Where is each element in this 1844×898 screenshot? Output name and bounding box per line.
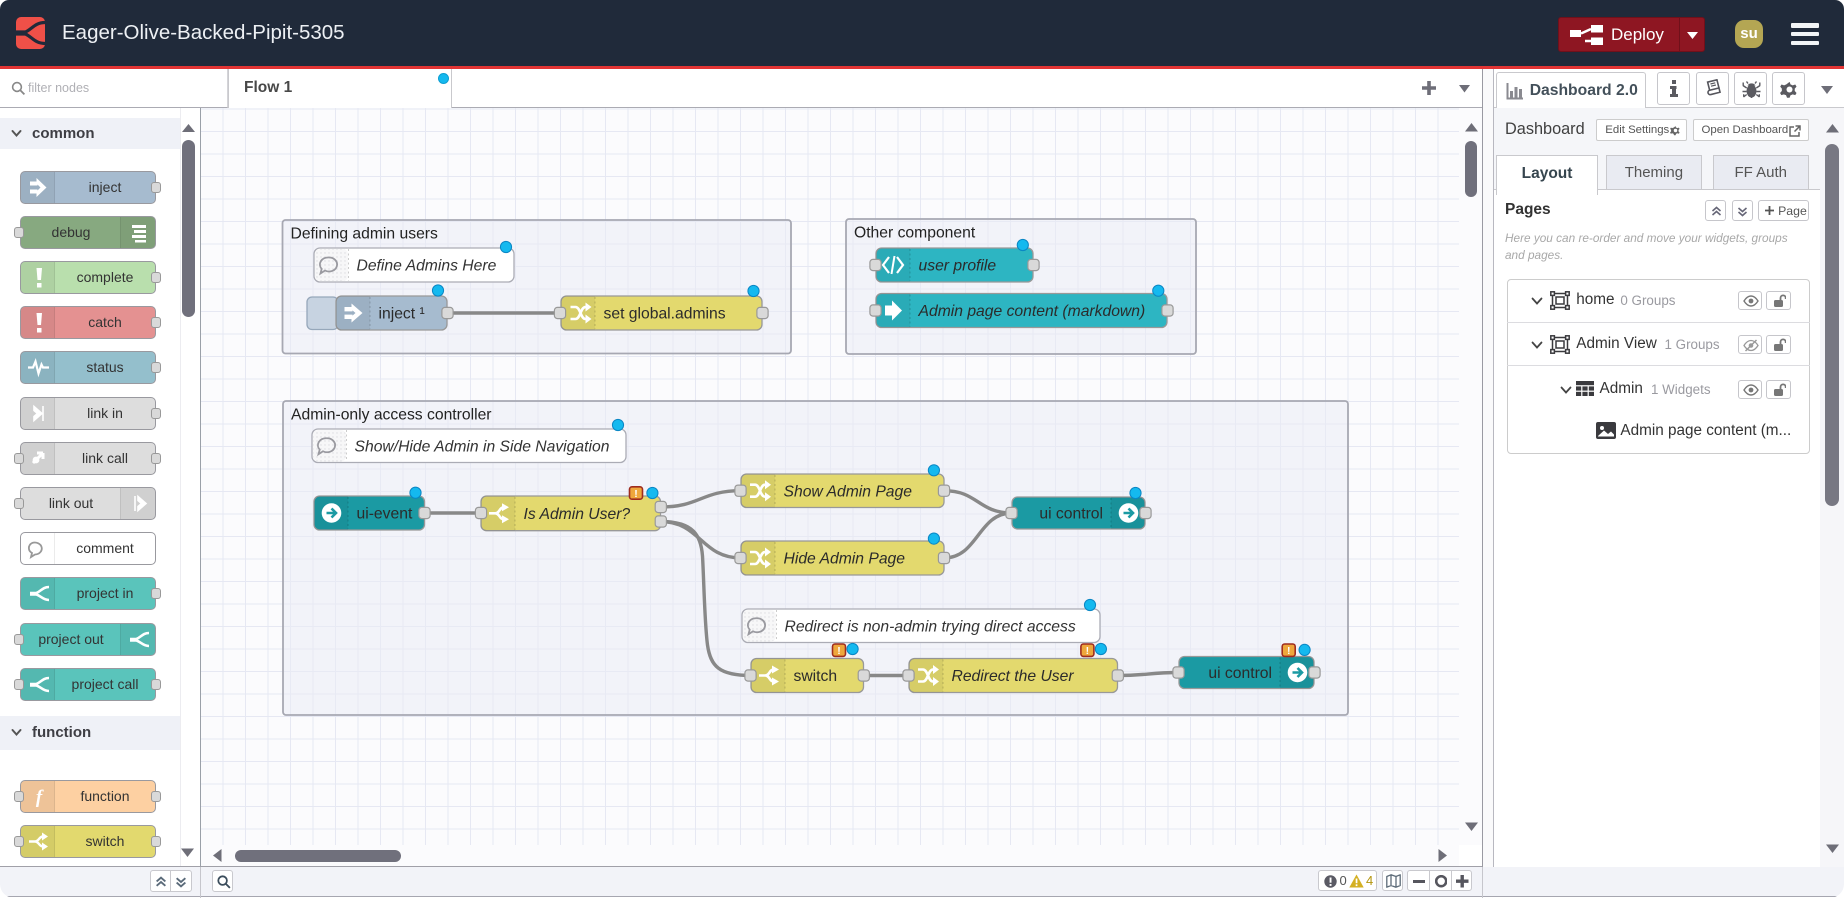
svg-text:ui-event: ui-event [357,506,413,523]
svg-text:Other component: Other component [854,225,976,242]
svg-text:user profile: user profile [919,258,997,275]
svg-text:ui control: ui control [1039,506,1103,523]
svg-text:Admin-only access controller: Admin-only access controller [291,407,492,424]
svg-text:inject ¹: inject ¹ [379,306,425,323]
svg-text:Hide Admin Page: Hide Admin Page [784,551,906,568]
svg-text:switch: switch [794,668,838,685]
svg-text:!: ! [837,645,841,657]
svg-text:set global.admins: set global.admins [604,306,726,323]
svg-text:Redirect the User: Redirect the User [952,668,1075,685]
svg-text:!: ! [1287,645,1291,657]
svg-text:Show Admin Page: Show Admin Page [784,483,913,500]
svg-text:!: ! [1086,645,1090,657]
svg-text:Redirect is non-admin trying d: Redirect is non-admin trying direct acce… [785,618,1076,635]
svg-text:Is Admin User?: Is Admin User? [524,506,631,523]
svg-text:Admin page content (markdown): Admin page content (markdown) [918,303,1146,320]
svg-text:f: f [35,787,43,808]
svg-text:ui control: ui control [1208,665,1272,682]
svg-text:Define Admins Here: Define Admins Here [357,258,497,275]
svg-text:!: ! [634,488,638,500]
svg-text:Show/Hide Admin in Side Naviga: Show/Hide Admin in Side Navigation [355,438,610,455]
svg-text:Defining admin users: Defining admin users [291,226,439,243]
